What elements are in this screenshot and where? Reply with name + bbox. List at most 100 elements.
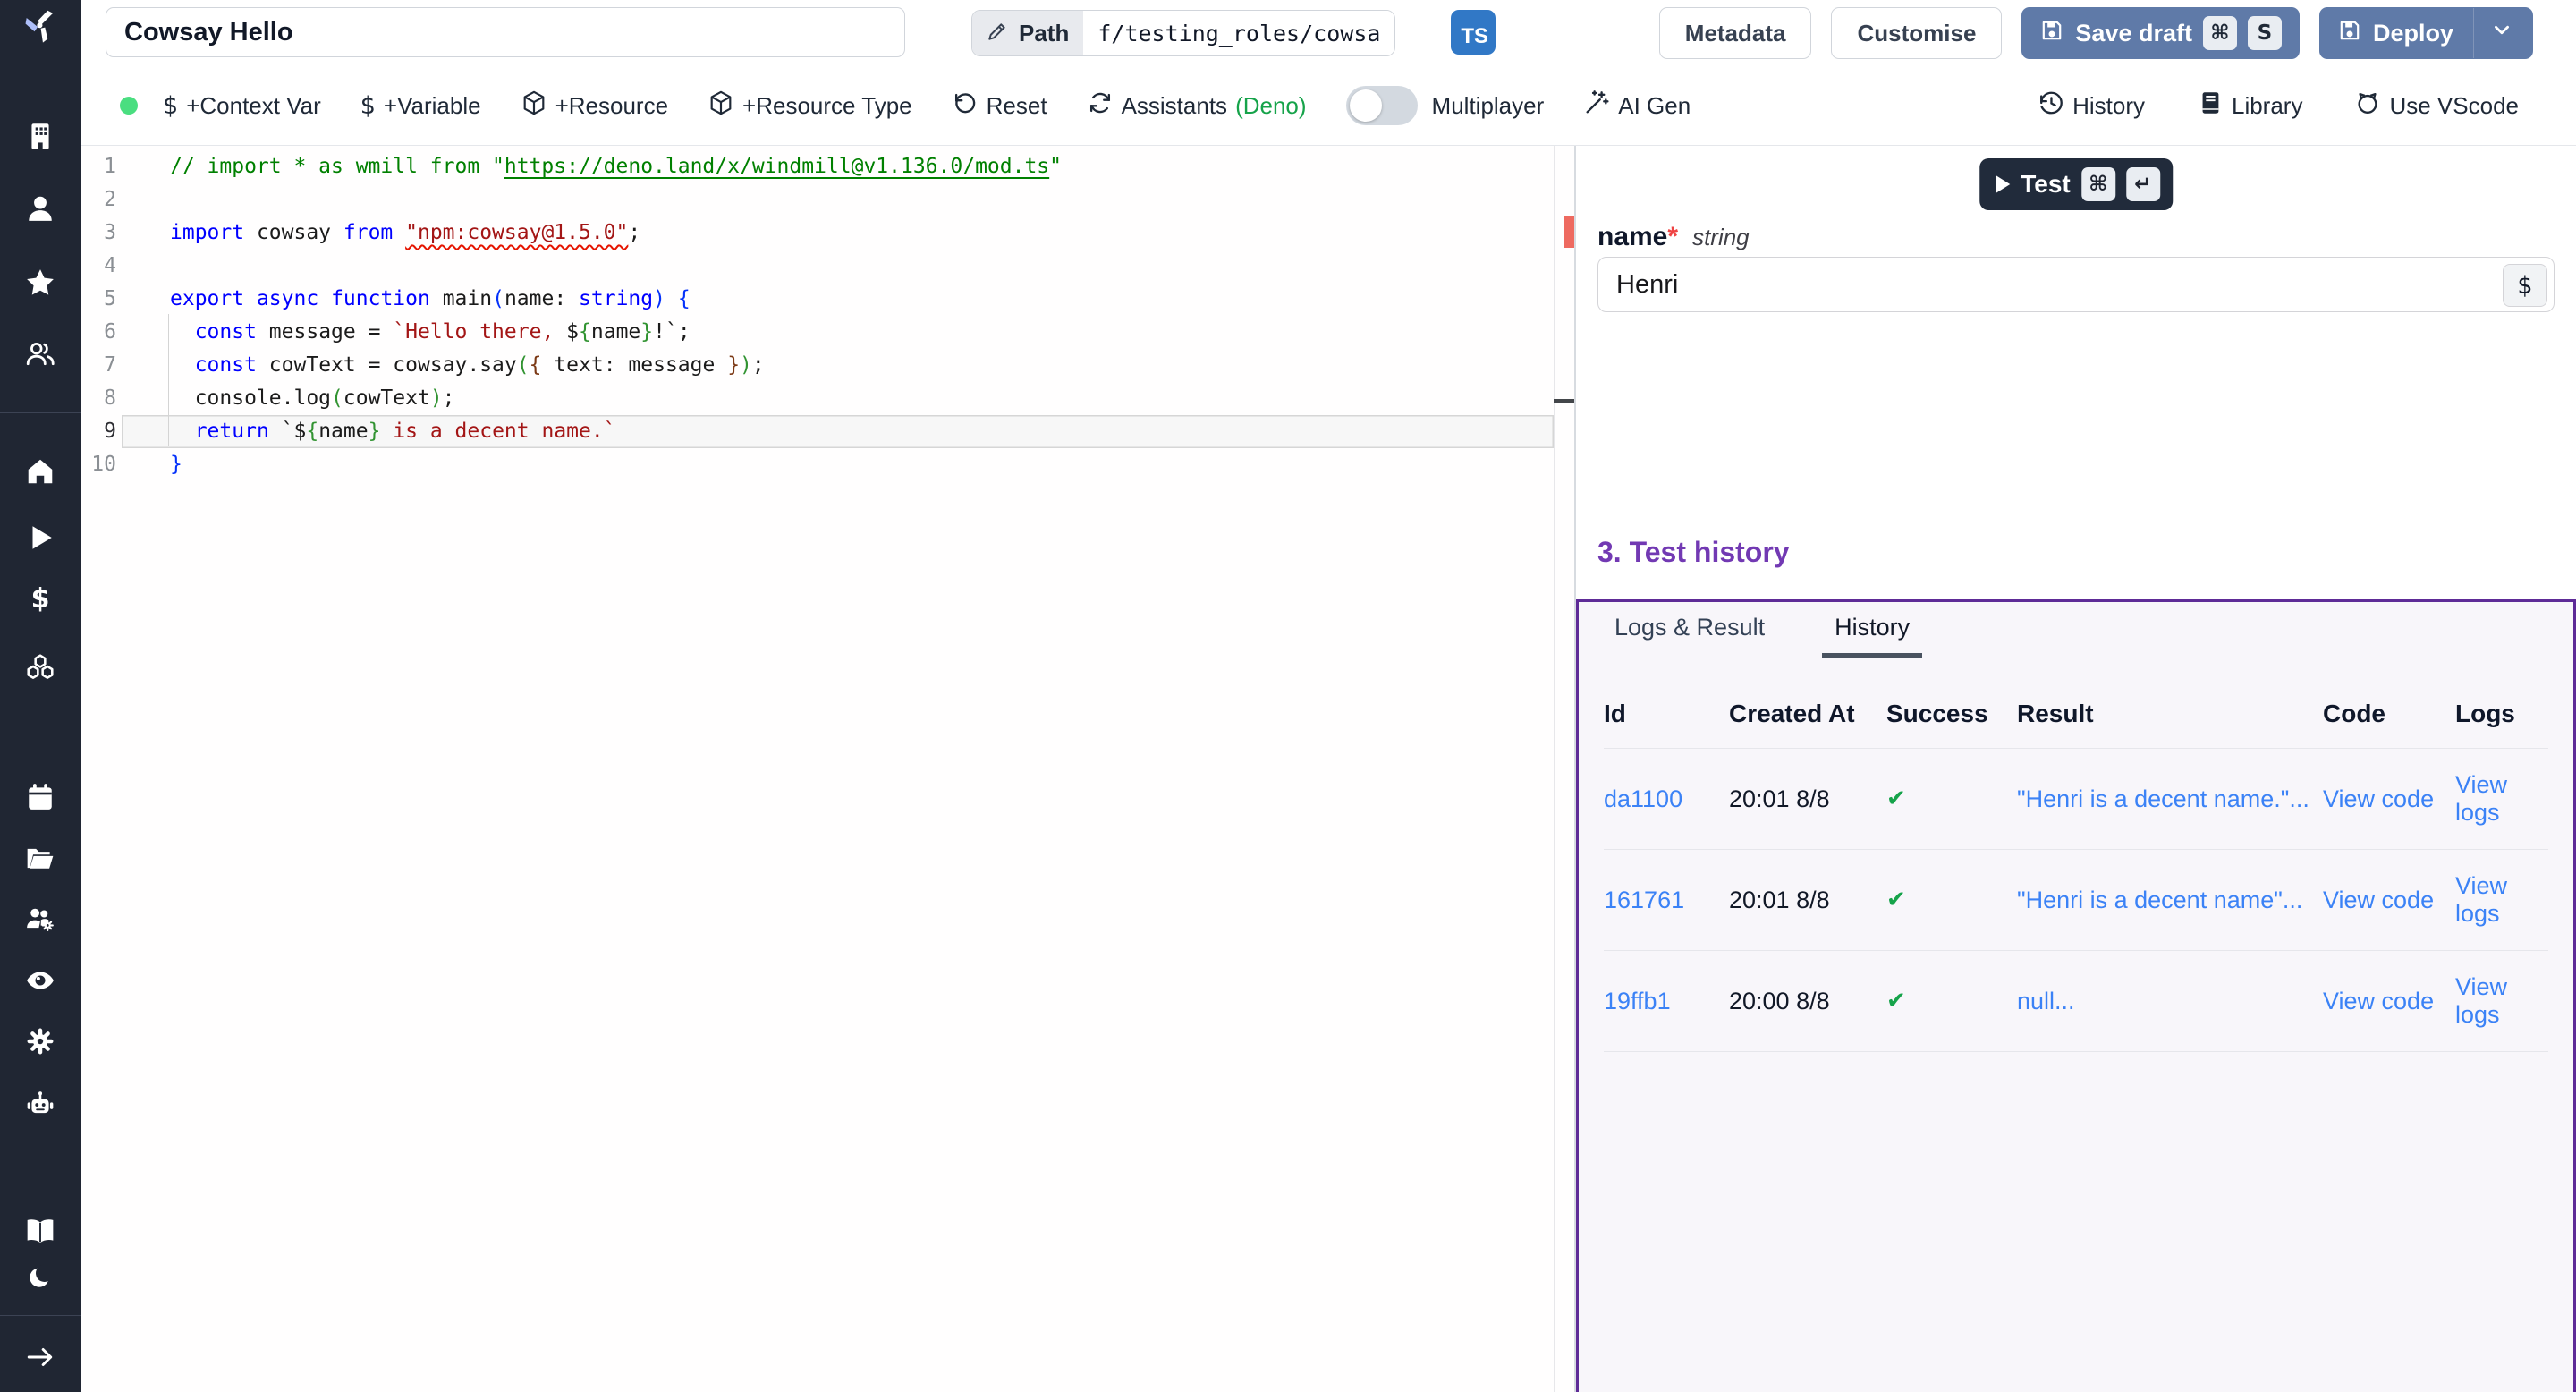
run-id-link[interactable]: 19ffb1 <box>1604 951 1729 1052</box>
view-logs-link[interactable]: View logs <box>2455 951 2548 1052</box>
test-button[interactable]: Test ⌘ ↵ <box>1979 158 2173 210</box>
view-code-link[interactable]: View code <box>2323 951 2455 1052</box>
chevron-down-icon[interactable] <box>2488 17 2515 50</box>
save-draft-button[interactable]: Save draft ⌘ S <box>2021 7 2300 59</box>
sidebar-item-schedules[interactable] <box>24 781 56 813</box>
tab-history[interactable]: History <box>1822 602 1922 658</box>
library-button[interactable]: Library <box>2197 89 2302 123</box>
argument-input-wrap: $ <box>1597 257 2555 312</box>
sidebar-item-resources[interactable] <box>24 651 56 683</box>
sidebar-item-home[interactable] <box>24 455 56 488</box>
script-title-input[interactable] <box>106 7 905 57</box>
wand-icon <box>1583 89 1610 123</box>
multiplayer-toggle[interactable] <box>1346 86 1418 125</box>
sidebar-item-docs[interactable] <box>24 1215 56 1247</box>
sidebar: $ <box>0 0 80 1392</box>
view-code-link[interactable]: View code <box>2323 850 2455 951</box>
sidebar-item-audit[interactable] <box>24 964 56 997</box>
sidebar-item-runs[interactable] <box>24 522 56 554</box>
view-logs-link[interactable]: View logs <box>2455 749 2548 850</box>
col-success: Success <box>1886 700 2017 749</box>
col-code: Code <box>2323 700 2455 749</box>
code-text: // import * as wmill from "https://deno.… <box>170 150 1062 183</box>
ai-gen-button[interactable]: AI Gen <box>1583 89 1690 123</box>
play-icon <box>25 522 55 553</box>
top-bar: Path f/testing_roles/cowsa TS Metadata C… <box>80 0 2576 67</box>
view-code-link[interactable]: View code <box>2323 749 2455 850</box>
add-resource-button[interactable]: +Resource <box>521 89 668 123</box>
code-line[interactable]: 10} <box>80 448 1554 481</box>
sidebar-item-user[interactable] <box>24 192 56 225</box>
metadata-button[interactable]: Metadata <box>1659 7 1812 59</box>
package-icon <box>708 89 734 123</box>
history-label: History <box>2072 92 2145 120</box>
users-icon <box>25 338 55 369</box>
code-line[interactable]: 2 <box>80 183 1554 216</box>
add-resource-type-button[interactable]: +Resource Type <box>708 89 912 123</box>
deploy-button[interactable]: Deploy <box>2319 7 2533 59</box>
sidebar-item-workspace[interactable] <box>24 120 56 152</box>
sidebar-collapse[interactable] <box>24 1341 56 1373</box>
sidebar-item-variables[interactable]: $ <box>24 583 56 615</box>
code-line[interactable]: 3import cowsay from "npm:cowsay@1.5.0"; <box>80 216 1554 250</box>
sidebar-item-theme[interactable] <box>24 1260 56 1293</box>
line-number: 6 <box>80 316 116 349</box>
code-line[interactable]: 6 const message = `Hello there, ${name}!… <box>80 316 1554 349</box>
sidebar-item-workers[interactable] <box>24 1088 56 1120</box>
line-number: 1 <box>80 150 116 183</box>
sidebar-item-folders[interactable] <box>24 842 56 874</box>
code-editor[interactable]: 1 // import * as wmill from "https://deno… <box>80 146 1574 1392</box>
code-line[interactable]: 5export async function main(name: string… <box>80 283 1554 316</box>
deploy-split-divider <box>2473 8 2474 58</box>
assistants-label: Assistants <box>1122 92 1228 120</box>
boxes-icon <box>25 652 55 683</box>
path-chip[interactable]: Path f/testing_roles/cowsa <box>971 10 1395 56</box>
code-text: const cowText = cowsay.say({ text: messa… <box>170 349 765 382</box>
home-icon <box>25 456 55 487</box>
tab-logs-result[interactable]: Logs & Result <box>1609 602 1770 658</box>
code-line[interactable]: 4 <box>80 250 1554 283</box>
code-line[interactable]: 1 // import * as wmill from "https://deno… <box>80 150 1554 183</box>
topbar-actions: Metadata Customise Save draft ⌘ S Deploy <box>1659 7 2533 59</box>
panel-resize-handle[interactable] <box>1574 146 1576 1392</box>
refresh-icon <box>1087 89 1114 123</box>
path-label-segment: Path <box>972 11 1083 55</box>
sidebar-item-settings[interactable] <box>24 1025 56 1057</box>
history-clock-icon <box>2038 89 2064 123</box>
typescript-badge: TS <box>1451 10 1496 55</box>
dollar-icon: $ <box>163 92 178 120</box>
required-mark: * <box>1667 222 1678 252</box>
name-argument-input[interactable] <box>1597 257 2555 312</box>
code-line[interactable]: 8 console.log(cowText); <box>80 382 1554 415</box>
add-context-var-button[interactable]: $ +Context Var <box>163 92 321 120</box>
indent-guide <box>168 314 169 446</box>
assistants-button[interactable]: Assistants (Deno) <box>1087 89 1307 123</box>
run-id-link[interactable]: 161761 <box>1604 850 1729 951</box>
history-tabs: Logs & Result History <box>1579 602 2573 658</box>
customise-button[interactable]: Customise <box>1831 7 2002 59</box>
sidebar-item-favorites[interactable] <box>24 267 56 299</box>
add-variable-button[interactable]: $ +Variable <box>360 92 481 120</box>
result-link[interactable]: "Henri is a decent name."... <box>2017 749 2323 850</box>
sidebar-item-members[interactable] <box>24 337 56 369</box>
run-id-link[interactable]: da1100 <box>1604 749 1729 850</box>
code-text: console.log(cowText); <box>170 382 455 415</box>
sidebar-item-groups[interactable] <box>24 903 56 935</box>
history-row: da110020:01 8/8✔"Henri is a decent name.… <box>1604 749 2548 850</box>
reset-button[interactable]: Reset <box>952 89 1047 123</box>
view-logs-link[interactable]: View logs <box>2455 850 2548 951</box>
history-button[interactable]: History <box>2038 89 2145 123</box>
success-check-icon: ✔ <box>1886 850 2017 951</box>
insert-variable-button[interactable]: $ <box>2503 264 2547 307</box>
use-vscode-button[interactable]: Use VScode <box>2354 89 2519 123</box>
line-number: 10 <box>80 448 116 481</box>
multiplayer-label: Multiplayer <box>1432 92 1545 120</box>
path-value[interactable]: f/testing_roles/cowsa <box>1083 11 1394 55</box>
user-icon <box>25 193 55 224</box>
app-logo[interactable] <box>24 11 56 43</box>
code-line[interactable]: 9 return `${name} is a decent name.` <box>80 415 1554 448</box>
result-link[interactable]: null... <box>2017 951 2323 1052</box>
result-link[interactable]: "Henri is a decent name"... <box>2017 850 2323 951</box>
code-text: import cowsay from "npm:cowsay@1.5.0"; <box>170 216 640 250</box>
code-line[interactable]: 7 const cowText = cowsay.say({ text: mes… <box>80 349 1554 382</box>
